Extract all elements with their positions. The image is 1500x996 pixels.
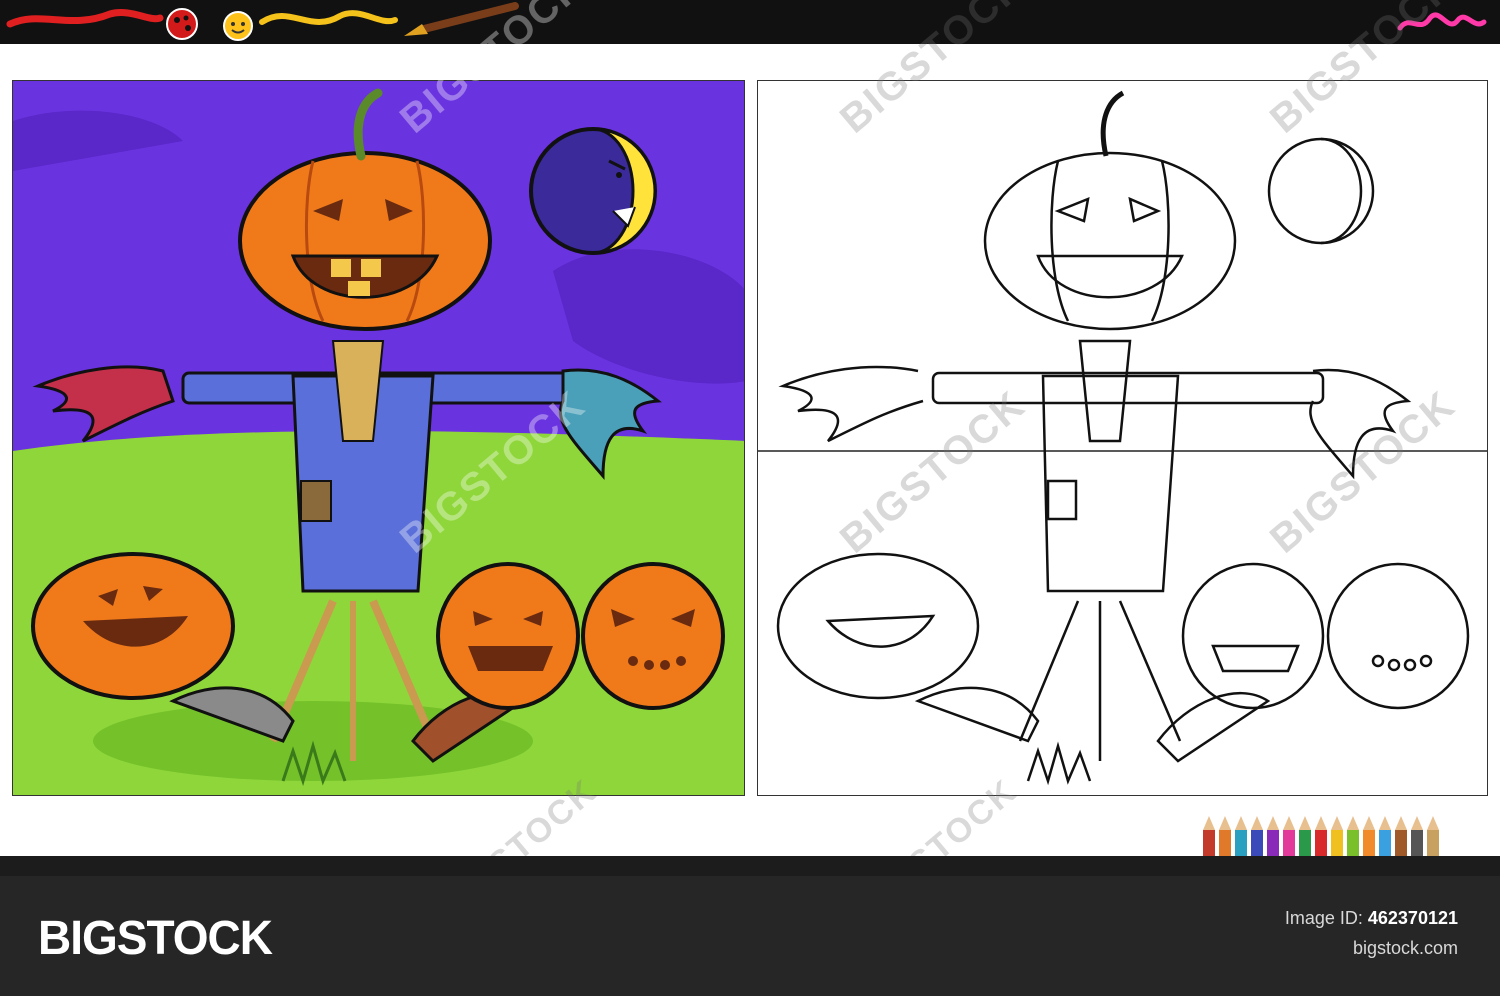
colored-illustration-panel	[12, 80, 745, 796]
image-id: Image ID: 462370121	[1285, 908, 1458, 929]
coloring-outline-panel	[757, 80, 1488, 796]
sun-icon	[223, 11, 253, 41]
footer: BIGSTOCK Image ID: 462370121 bigstock.co…	[0, 876, 1500, 996]
image-id-value: 462370121	[1367, 908, 1458, 928]
pumpkin-right	[581, 562, 725, 710]
image-id-label: Image ID:	[1284, 908, 1363, 928]
footer-divider	[0, 856, 1500, 876]
site-url: bigstock.com	[1352, 938, 1458, 958]
paintbrush-icon	[404, 2, 519, 36]
moon-character	[529, 127, 657, 255]
pumpkin-middle	[436, 562, 580, 710]
brand-logo: BIGSTOCK	[38, 909, 273, 965]
ladybug-icon	[166, 8, 198, 40]
top-decoration-bar	[0, 0, 1500, 44]
pumpkin-left	[31, 552, 235, 700]
